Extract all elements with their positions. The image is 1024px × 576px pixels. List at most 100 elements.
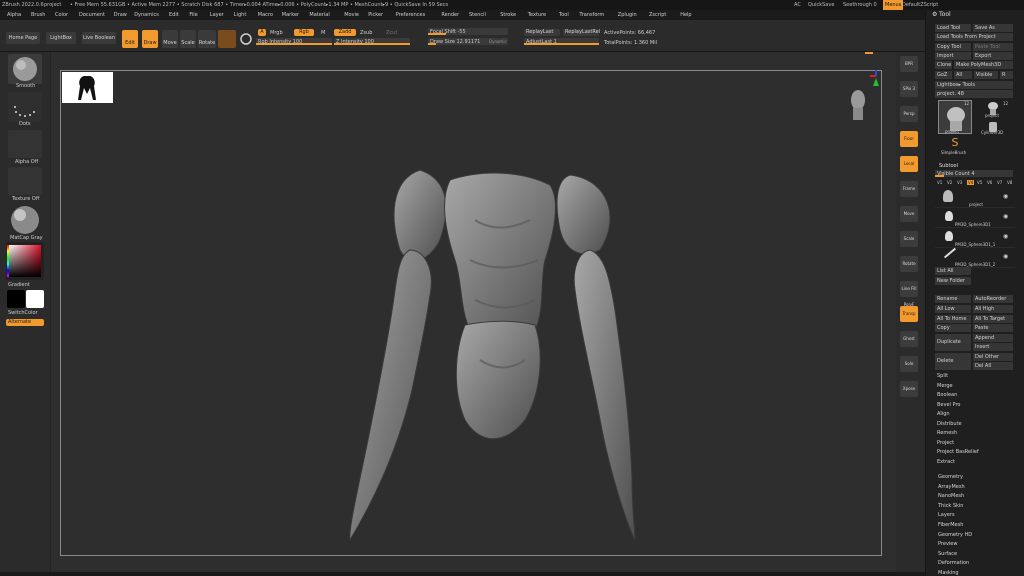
menu-item-split[interactable]: Split	[937, 373, 948, 379]
section-fibermesh[interactable]: FiberMesh	[938, 522, 963, 528]
dynamic-button[interactable]: Dynamic	[489, 39, 507, 44]
menu-draw[interactable]: Draw	[114, 10, 127, 20]
paste-tool-button[interactable]: Paste Tool	[973, 43, 1013, 51]
del-other-button[interactable]: Del Other	[973, 353, 1013, 361]
all-low-button[interactable]: All Low	[935, 305, 971, 313]
menu-dynamics[interactable]: Dynamics	[134, 10, 159, 20]
stroke-icon[interactable]	[239, 30, 253, 48]
menu-render[interactable]: Render	[441, 10, 459, 20]
menu-stroke[interactable]: Stroke	[500, 10, 516, 20]
menu-item-extract[interactable]: Extract	[937, 459, 955, 465]
subtool-row-sphere1[interactable]: PM3D_Sphere3D1 ◉	[935, 208, 1015, 228]
menu-preferences[interactable]: Preferences	[396, 10, 425, 20]
eye-icon[interactable]: ◉	[1003, 233, 1008, 240]
menu-zscript[interactable]: Zscript	[649, 10, 666, 20]
goz-button[interactable]: GoZ	[935, 71, 952, 79]
draw-button[interactable]: Draw	[142, 30, 158, 48]
visibility-tab-v7[interactable]: V7	[997, 180, 1002, 185]
secondary-color-swatch[interactable]	[26, 290, 44, 308]
clone-button[interactable]: Clone	[935, 61, 952, 69]
section-surface[interactable]: Surface	[938, 551, 957, 557]
all-to-target-button[interactable]: All To Target	[973, 315, 1013, 323]
menu-document[interactable]: Document	[79, 10, 105, 20]
m-button[interactable]: M	[321, 30, 325, 36]
save-as-button[interactable]: Save As	[973, 24, 1013, 32]
shelf-floor-button[interactable]: Floor	[900, 131, 918, 147]
shelf-ghost-button[interactable]: Ghost	[900, 331, 918, 347]
menu-light[interactable]: Light	[234, 10, 246, 20]
color-picker-icon[interactable]	[6, 242, 44, 280]
menu-layer[interactable]: Layer	[210, 10, 224, 20]
section-masking[interactable]: Masking	[938, 570, 959, 576]
section-thick-skin[interactable]: Thick Skin	[938, 503, 963, 509]
eye-icon[interactable]: ◉	[1003, 213, 1008, 220]
autoreorder-button[interactable]: AutoReorder	[973, 295, 1013, 303]
subtool-row-sphere1-2[interactable]: PM3D_Sphere3D1_2 ◉	[935, 247, 1015, 268]
menu-item-project[interactable]: Project	[937, 440, 954, 446]
menu-transform[interactable]: Transform	[579, 10, 604, 20]
eye-icon[interactable]: ◉	[1003, 193, 1008, 200]
menu-item-bevel-pro[interactable]: Bevel Pro	[937, 402, 960, 408]
scale-button[interactable]: Scale	[180, 30, 196, 48]
rotate-button[interactable]: Rotate	[198, 30, 216, 48]
section-geometry-hd[interactable]: Geometry HD	[938, 532, 972, 538]
menu-alpha[interactable]: Alpha	[7, 10, 21, 20]
menu-item-project-basrelief[interactable]: Project BasRelief	[937, 449, 979, 455]
primary-color-swatch[interactable]	[7, 290, 25, 308]
menu-help[interactable]: Help	[680, 10, 691, 20]
quicksave-button[interactable]: QuickSave	[808, 0, 834, 10]
gear-icon[interactable]: ⚙	[932, 11, 937, 18]
lightbox-tools-button[interactable]: Lightbox▸ Tools	[935, 81, 1013, 89]
shelf-spix-3-button[interactable]: SPix 3	[900, 81, 918, 97]
subtool-row-sphere1-1[interactable]: PM3D_Sphere3D1_1 ◉	[935, 228, 1015, 248]
menu-tool[interactable]: Tool	[559, 10, 569, 20]
insert-button[interactable]: Insert	[973, 343, 1013, 351]
menus-button[interactable]: Menus	[883, 0, 904, 10]
sculpt-model[interactable]	[340, 160, 660, 550]
paste-button[interactable]: Paste	[973, 324, 1013, 332]
copy-tool-button[interactable]: Copy Tool	[935, 43, 971, 51]
menu-material[interactable]: Material	[309, 10, 329, 20]
default-zscript-button[interactable]: DefaultZScript	[902, 0, 938, 10]
menu-marker[interactable]: Marker	[282, 10, 299, 20]
move-button[interactable]: Move	[162, 30, 178, 48]
visible-button[interactable]: Visible	[974, 71, 998, 79]
import-button[interactable]: Import	[935, 52, 971, 60]
texture-thumb-icon[interactable]	[8, 167, 42, 195]
list-all-button[interactable]: List All	[935, 267, 971, 275]
shelf-rotate-button[interactable]: Rotate	[900, 256, 918, 272]
menu-item-merge[interactable]: Merge	[937, 383, 953, 389]
duplicate-button[interactable]: Duplicate	[935, 334, 971, 351]
mrgb-button[interactable]: Mrgb	[270, 30, 283, 36]
lightbox-button[interactable]: LightBox	[46, 32, 76, 44]
menu-edit[interactable]: Edit	[169, 10, 179, 20]
menu-item-remesh[interactable]: Remesh	[937, 430, 957, 436]
menu-file[interactable]: File	[189, 10, 197, 20]
shelf-local-button[interactable]: Local	[900, 156, 918, 172]
section-arraymesh[interactable]: ArrayMesh	[938, 484, 965, 490]
load-tools-from-project-button[interactable]: Load Tools From Project	[935, 33, 1013, 41]
make-polymesh3d-button[interactable]: Make PolyMesh3D	[954, 61, 1013, 69]
menu-movie[interactable]: Movie	[344, 10, 359, 20]
visibility-tab-v6[interactable]: V6	[987, 180, 992, 185]
material-swatch-icon[interactable]	[218, 30, 236, 48]
visibility-tab-v3[interactable]: V3	[957, 180, 962, 185]
all-to-home-button[interactable]: All To Home	[935, 315, 971, 323]
project-slider[interactable]: project. 48	[935, 90, 1013, 98]
shelf-persp-button[interactable]: Persp	[900, 106, 918, 122]
visibility-tab-v8[interactable]: V8	[1007, 180, 1012, 185]
replay-last-rel-button[interactable]: ReplayLastRel	[563, 29, 600, 36]
menu-item-align[interactable]: Align	[937, 411, 950, 417]
replay-last-button[interactable]: ReplayLast	[524, 29, 560, 36]
rename-button[interactable]: Rename	[935, 295, 971, 303]
alpha-thumb-icon[interactable]	[8, 130, 42, 158]
append-button[interactable]: Append	[973, 334, 1013, 342]
visibility-tab-v1[interactable]: V1	[937, 180, 942, 185]
menu-item-boolean[interactable]: Boolean	[937, 392, 957, 398]
menu-zplugin[interactable]: Zplugin	[618, 10, 637, 20]
rgb-button[interactable]: Rgb	[294, 29, 314, 36]
matcap-material-icon[interactable]	[8, 204, 42, 236]
live-boolean-button[interactable]: Live Boolean	[82, 32, 116, 44]
subtool-header[interactable]: Subtool	[939, 163, 958, 169]
menu-brush[interactable]: Brush	[31, 10, 45, 20]
